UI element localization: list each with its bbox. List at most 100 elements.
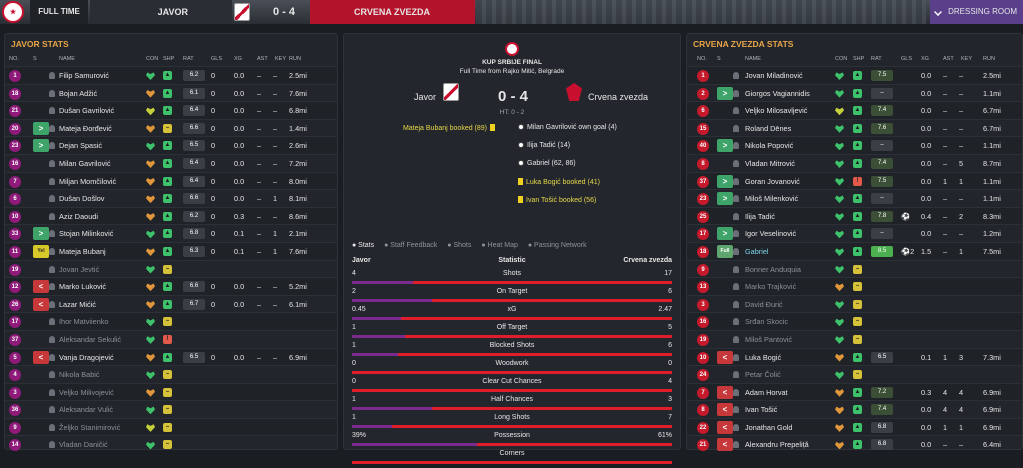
tab-stats[interactable]: ● Stats bbox=[352, 242, 374, 249]
player-row[interactable]: 3 David Đurić – bbox=[687, 294, 1022, 313]
player-row[interactable]: 9 Bonner Anduquia – bbox=[687, 259, 1022, 278]
substitution-icon[interactable]: > bbox=[717, 174, 733, 188]
player-name[interactable]: David Đurić bbox=[745, 300, 783, 309]
player-name[interactable]: Vanja Dragojević bbox=[59, 353, 114, 362]
substitution-icon[interactable]: > bbox=[717, 227, 733, 241]
substitution-icon[interactable]: > bbox=[717, 139, 733, 153]
player-name[interactable]: Veljko Milivojević bbox=[59, 388, 114, 397]
player-row[interactable]: 10 < Luka Bogić ▲ 6.5 0.1 1 3 7.3mi bbox=[687, 347, 1022, 366]
player-row[interactable]: 9 Željko Stanimirović – bbox=[5, 417, 337, 436]
player-row[interactable]: 16 Srđan Skocic – bbox=[687, 312, 1022, 330]
player-row[interactable]: 7 Miljan Momčilović ▲ 6.4 0 0.0 – – 8.0mi bbox=[5, 171, 337, 190]
player-name[interactable]: Lazar Mićić bbox=[59, 300, 96, 309]
player-row[interactable]: 4 Nikola Babić – bbox=[5, 365, 337, 383]
player-row[interactable]: 37 Aleksandar Sekulić! bbox=[5, 329, 337, 348]
player-name[interactable]: Vladan Mitrović bbox=[745, 159, 795, 168]
substitution-icon[interactable]: > bbox=[33, 227, 49, 241]
player-row[interactable]: 23 > Miloš Milenković ▲ –0.0– –1.1mi bbox=[687, 189, 1022, 207]
player-row[interactable]: 21 Dušan Gavrilović ▲ 6.4 0 0.0 – – 6.8mi bbox=[5, 101, 337, 119]
player-name[interactable]: Petar Čolić bbox=[745, 370, 781, 379]
substitution-icon[interactable]: < bbox=[717, 420, 733, 434]
substitution-icon[interactable]: < bbox=[717, 403, 733, 417]
player-row[interactable]: 37 > Goran Jovanović! 7.5 0.0 1 1 1.1mi bbox=[687, 171, 1022, 190]
player-name[interactable]: Roland Dēnes bbox=[745, 124, 791, 133]
player-row[interactable]: 20 > Mateja Đorđević – 6.6 0 0.0 – – 1.4mi bbox=[5, 118, 337, 137]
player-row[interactable]: 15 Roland Dēnes ▲ 7.6 0.0 – – 6.7mi bbox=[687, 118, 1022, 137]
player-row[interactable]: 36 Aleksandar Vulić – bbox=[5, 400, 337, 418]
substitution-icon[interactable]: > bbox=[33, 121, 49, 135]
player-name[interactable]: Milan Gavrilović bbox=[59, 159, 111, 168]
player-name[interactable]: Dušan Gavrilović bbox=[59, 106, 114, 115]
player-row[interactable]: 10 Aziz Daoudi ▲ 6.2 0 0.3 – – 8.6mi bbox=[5, 206, 337, 225]
player-row[interactable]: 25 Ilija Tadić ▲ 7.8 ⚽ 0.4 – 2 8.3mi bbox=[687, 206, 1022, 225]
player-row[interactable]: 17 > Igor Veselinović ▲ –0.0– –1.2mi bbox=[687, 224, 1022, 242]
substitution-icon[interactable]: < bbox=[717, 385, 733, 399]
substitution-icon[interactable]: Full bbox=[717, 244, 733, 258]
tab-shots[interactable]: ● Shots bbox=[447, 242, 471, 249]
player-row[interactable]: 1 Filip Samurović ▲ 6.2 0 0.0 – – 2.5mi bbox=[5, 66, 337, 84]
club-logo-icon[interactable]: ★ bbox=[2, 1, 24, 23]
player-row[interactable]: 23 > Dejan Spasić ▲ 6.5 0 0.0 – – 2.6mi bbox=[5, 136, 337, 154]
player-row[interactable]: 8 < Ivan Tošić ▲ 7.4 0.0 4 4 6.9mi bbox=[687, 400, 1022, 418]
player-name[interactable]: Miloš Pantović bbox=[745, 335, 792, 344]
player-row[interactable]: 2 > Giorgos Vagiannidis ▲ –0.0– –1.1mi bbox=[687, 83, 1022, 102]
player-name[interactable]: Dušan Došlov bbox=[59, 194, 104, 203]
player-row[interactable]: 19 Jovan Jevtić – bbox=[5, 259, 337, 278]
player-name[interactable]: Aziz Daoudi bbox=[59, 212, 98, 221]
substitution-icon[interactable]: < bbox=[717, 350, 733, 364]
player-row[interactable]: 18 Full Gabriel ▲ 8.5 ⚽2 1.5 – 1 7.5mi bbox=[687, 241, 1022, 260]
player-name[interactable]: Ivan Tošić bbox=[745, 405, 777, 414]
player-row[interactable]: 21 < Alexandru Prepeliță ▲ 6.8 0.0– –6.4mi bbox=[687, 435, 1022, 453]
player-row[interactable]: 11 Yel Mateja Bubanj ▲ 6.3 0 0.1 – 1 7.6mi bbox=[5, 241, 337, 260]
player-name[interactable]: Bonner Anduquia bbox=[745, 265, 801, 274]
player-row[interactable]: 8 Vladan Mitrović ▲ 7.4 0.0 – 5 8.7mi bbox=[687, 153, 1022, 172]
player-name[interactable]: Veljko Milosavljević bbox=[745, 106, 807, 115]
dressing-room-button[interactable]: DRESSING ROOM bbox=[930, 0, 1023, 24]
player-name[interactable]: Mateja Bubanj bbox=[59, 247, 106, 256]
player-name[interactable]: Srđan Skocic bbox=[745, 317, 788, 326]
substitution-icon[interactable]: > bbox=[33, 139, 49, 153]
substitution-icon[interactable]: > bbox=[717, 86, 733, 100]
player-name[interactable]: Ilija Tadić bbox=[745, 212, 775, 221]
player-name[interactable]: Jovan Miladinović bbox=[745, 71, 803, 80]
player-row[interactable]: 19 Miloš Pantović – bbox=[687, 329, 1022, 348]
player-name[interactable]: Miljan Momčilović bbox=[59, 177, 116, 186]
substitution-icon[interactable]: > bbox=[717, 192, 733, 206]
player-name[interactable]: Nikola Babić bbox=[59, 370, 100, 379]
player-name[interactable]: Luka Bogić bbox=[745, 353, 781, 362]
player-row[interactable]: 24 Petar Čolić – bbox=[687, 365, 1022, 383]
tab-passing-network[interactable]: ● Passing Network bbox=[528, 242, 587, 249]
player-row[interactable]: 17 Ihor Matviienko – bbox=[5, 312, 337, 330]
player-name[interactable]: Adam Horvat bbox=[745, 388, 788, 397]
player-row[interactable]: 13 Marko Trajković – bbox=[687, 277, 1022, 295]
player-name[interactable]: Željko Stanimirović bbox=[59, 423, 120, 432]
substitution-icon[interactable]: < bbox=[33, 280, 49, 294]
substitution-icon[interactable]: Yel bbox=[33, 244, 49, 258]
player-name[interactable]: Goran Jovanović bbox=[745, 177, 800, 186]
player-row[interactable]: 26 < Lazar Mićić ▲ 6.7 0 0.0 – – 6.1mi bbox=[5, 294, 337, 313]
player-name[interactable]: Giorgos Vagiannidis bbox=[745, 89, 810, 98]
player-name[interactable]: Stojan Milinković bbox=[59, 229, 113, 238]
player-row[interactable]: 16 Milan Gavrilović ▲ 6.4 0 0.0 – – 7.2mi bbox=[5, 153, 337, 172]
player-row[interactable]: 7 < Adam Horvat ▲ 7.2 0.3 4 4 6.9mi bbox=[687, 382, 1022, 401]
player-name[interactable]: Filip Samurović bbox=[59, 71, 109, 80]
player-name[interactable]: Igor Veselinović bbox=[745, 229, 796, 238]
substitution-icon[interactable]: < bbox=[33, 297, 49, 311]
player-row[interactable]: 14 Vladan Daničić – bbox=[5, 435, 337, 453]
player-name[interactable]: Aleksandar Vulić bbox=[59, 405, 113, 414]
player-name[interactable]: Alexandru Prepeliță bbox=[745, 440, 809, 449]
player-name[interactable]: Aleksandar Sekulić bbox=[59, 335, 121, 344]
player-row[interactable]: 1 Jovan Miladinović ▲ 7.5 0.0 – – 2.5mi bbox=[687, 66, 1022, 84]
substitution-icon[interactable]: < bbox=[33, 350, 49, 364]
player-name[interactable]: Marko Luković bbox=[59, 282, 106, 291]
player-name[interactable]: Gabriel bbox=[745, 247, 769, 256]
player-name[interactable]: Ihor Matviienko bbox=[59, 317, 108, 326]
player-name[interactable]: Bojan Adžić bbox=[59, 89, 97, 98]
player-name[interactable]: Dejan Spasić bbox=[59, 141, 102, 150]
player-row[interactable]: 6 Veljko Milosavljević ▲ 7.4 0.0 – – 6.7mi bbox=[687, 101, 1022, 119]
tab-staff-feedback[interactable]: ● Staff Feedback bbox=[384, 242, 437, 249]
player-row[interactable]: 3 Veljko Milivojević – bbox=[5, 382, 337, 401]
player-name[interactable]: Vladan Daničić bbox=[59, 440, 108, 449]
player-row[interactable]: 22 < Jonathan Gold ▲ 6.8 0.0 1 1 6.9mi bbox=[687, 417, 1022, 436]
player-name[interactable]: Marko Trajković bbox=[745, 282, 796, 291]
